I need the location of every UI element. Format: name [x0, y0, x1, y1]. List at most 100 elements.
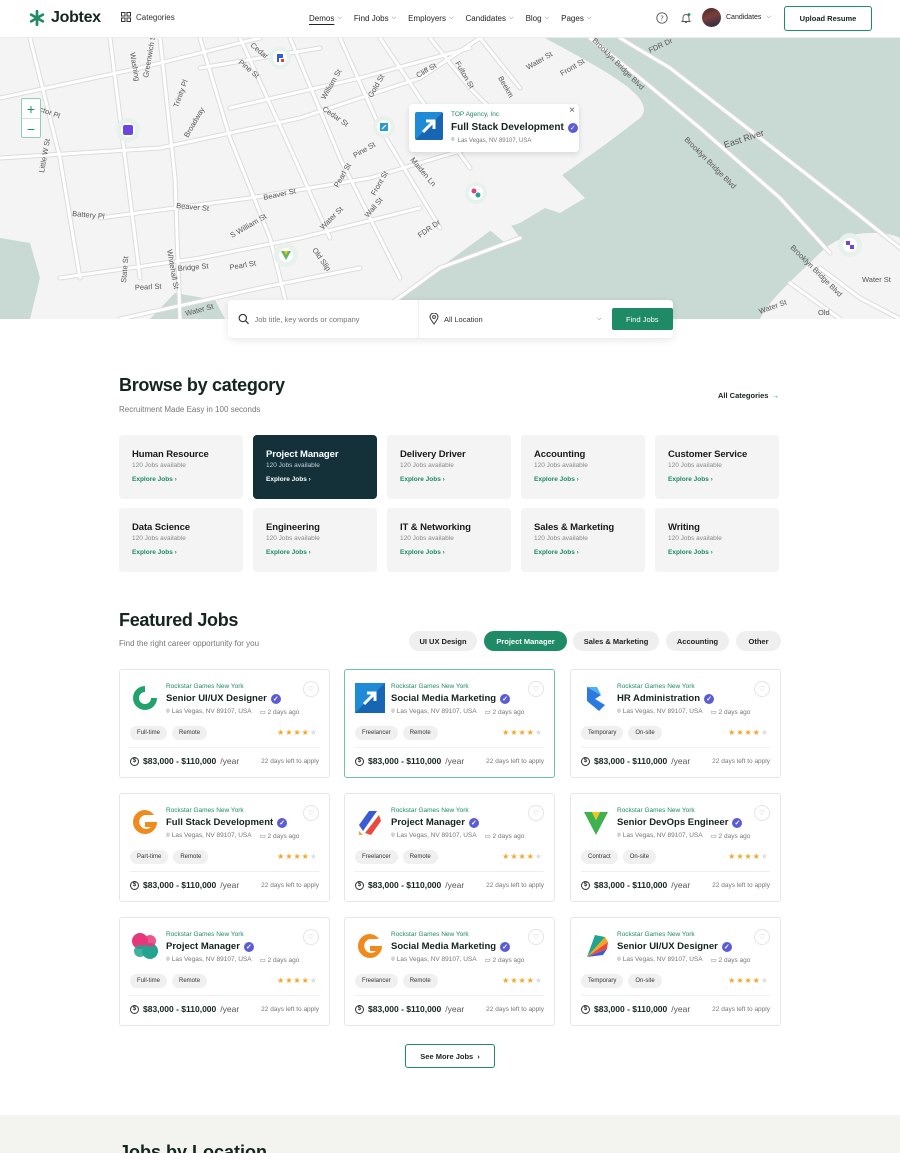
category-card[interactable]: Accounting 120 Jobs available Explore Jobs… [521, 435, 645, 499]
chevron-down-icon: ⌵ [391, 15, 397, 21]
location-select[interactable]: All Location ⌵ [429, 313, 602, 325]
nav-employers[interactable]: Employers ⌵ [408, 14, 453, 23]
stripes-logo-icon [355, 807, 385, 837]
location-meta: ⌾ Las Vegas, NV 89107, USA [391, 956, 477, 964]
heart-icon[interactable]: ♡ [528, 805, 544, 821]
nav-demos[interactable]: Demos ⌵ [309, 14, 342, 23]
job-location: Las Vegas, NV 89107, USA [396, 956, 477, 963]
chevron-down-icon: ⌵ [337, 15, 342, 21]
question-circle-icon[interactable]: ? [656, 11, 668, 24]
job-card[interactable]: Rockstar Games New York Senior UI/UX Desi… [570, 917, 781, 1026]
user-menu[interactable]: Candidates ⌵ [702, 8, 771, 27]
nav-blog[interactable]: Blog ⌵ [526, 14, 550, 23]
nav-find-jobs[interactable]: Find Jobs ⌵ [354, 14, 396, 23]
category-card[interactable]: Sales & Marketing 120 Jobs available Explo… [521, 508, 645, 572]
category-card[interactable]: Customer Service 120 Jobs available Explor… [655, 435, 779, 499]
job-title[interactable]: Senior DevOps Engineer [617, 817, 728, 828]
heart-icon[interactable]: ♡ [303, 681, 319, 697]
category-card[interactable]: IT & Networking 120 Jobs available Explore… [387, 508, 511, 572]
job-card[interactable]: Rockstar Games New York HR Administration… [570, 669, 781, 778]
heart-icon[interactable]: ♡ [528, 681, 544, 697]
job-title[interactable]: Social Media Marketing [391, 693, 496, 704]
street-label: Front St [559, 56, 587, 78]
rating-stars: ★★★★★ [728, 852, 769, 861]
heart-icon[interactable]: ♡ [303, 929, 319, 945]
category-card[interactable]: Delivery Driver 120 Jobs available Explore… [387, 435, 511, 499]
bell-icon[interactable] [680, 12, 692, 24]
categories-menu[interactable]: Categories [121, 12, 175, 22]
job-card[interactable]: Rockstar Games New York Project Manager ✓ ⌾… [119, 917, 330, 1026]
job-card[interactable]: Rockstar Games New York Senior DevOps Eng… [570, 793, 781, 902]
job-meta: ⌾ Las Vegas, NV 89107, USA ▭ 2 days ago [391, 708, 524, 716]
filter-tab[interactable]: Accounting [666, 631, 729, 651]
job-title[interactable]: HR Administration [617, 693, 700, 704]
featured-title: Featured Jobs [119, 610, 239, 630]
zoom-out-button[interactable]: − [22, 119, 40, 139]
heart-icon[interactable]: ♡ [754, 681, 770, 697]
upload-resume-button[interactable]: Upload Resume [784, 6, 872, 31]
brand-logo[interactable]: Jobtex [28, 9, 101, 27]
explore-jobs-link[interactable]: Explore Jobs › [132, 549, 230, 556]
browse-title: Browse by category [119, 375, 285, 395]
explore-jobs-link[interactable]: Explore Jobs › [266, 476, 364, 483]
job-title[interactable]: Project Manager [166, 941, 240, 952]
job-card[interactable]: Rockstar Games New York Full Stack Develo… [119, 793, 330, 902]
keyword-search-input[interactable] [254, 314, 408, 324]
dollar-icon: $ [130, 756, 139, 766]
explore-jobs-link[interactable]: Explore Jobs › [668, 476, 766, 483]
browse-subtitle: Recruitment Made Easy in 100 seconds [119, 405, 261, 414]
filter-tab[interactable]: UI UX Design [409, 631, 477, 651]
category-card[interactable]: Writing 120 Jobs available Explore Jobs › [655, 508, 779, 572]
location-meta: ⌾ Las Vegas, NV 89107, USA [166, 956, 252, 964]
explore-jobs-link[interactable]: Explore Jobs › [534, 549, 632, 556]
chevron-right-icon: › [477, 1051, 480, 1061]
verified-icon: ✓ [704, 693, 715, 704]
category-card[interactable]: Human Resource 120 Jobs available Explore … [119, 435, 243, 499]
close-icon[interactable]: × [569, 105, 575, 116]
category-card[interactable]: Engineering 120 Jobs available Explore Job… [253, 508, 377, 572]
heart-icon[interactable]: ♡ [754, 929, 770, 945]
jobs-map[interactable]: Washing Greenwich St Trinity Pl Broadway… [0, 38, 900, 319]
category-card-selected[interactable]: Project Manager 120 Jobs available Explore… [253, 435, 377, 499]
job-card[interactable]: Rockstar Games New York Social Media Mark… [344, 669, 555, 778]
job-tag: On-site [628, 726, 662, 740]
category-card[interactable]: Data Science 120 Jobs available Explore Jo… [119, 508, 243, 572]
job-title[interactable]: Project Manager [391, 817, 465, 828]
job-title[interactable]: Social Media Marketing [391, 941, 496, 952]
all-categories-link[interactable]: All Categories → [718, 391, 779, 400]
map-marker [465, 182, 487, 204]
category-title: Engineering [266, 522, 320, 533]
filter-tab[interactable]: Sales & Marketing [573, 631, 659, 651]
chevron-down-icon: ⌵ [509, 15, 514, 21]
explore-jobs-link[interactable]: Explore Jobs › [400, 476, 498, 483]
explore-jobs-link[interactable]: Explore Jobs › [132, 476, 230, 483]
filter-tab-active[interactable]: Project Manager [484, 631, 567, 651]
company-name: Rockstar Games New York [391, 931, 469, 938]
explore-jobs-link[interactable]: Explore Jobs › [266, 549, 364, 556]
job-card[interactable]: Rockstar Games New York Senior UI/UX Desi… [119, 669, 330, 778]
map-job-popup[interactable]: TOP Agency, Inc Full Stack Development ✓… [409, 104, 579, 152]
job-tags: Freelancer Remote [355, 974, 438, 988]
job-card[interactable]: Rockstar Games New York Project Manager ✓ ⌾… [344, 793, 555, 902]
rating-stars: ★★★★★ [728, 976, 769, 985]
category-count: 120 Jobs available [132, 535, 186, 542]
filter-tab[interactable]: Other [736, 631, 781, 651]
zoom-in-button[interactable]: + [22, 99, 40, 119]
job-title[interactable]: Senior UI/UX Designer [617, 941, 718, 952]
explore-jobs-link[interactable]: Explore Jobs › [534, 476, 632, 483]
see-more-jobs-button[interactable]: See More Jobs › [405, 1044, 495, 1068]
find-jobs-button[interactable]: Find Jobs [611, 308, 673, 330]
nav-pages[interactable]: Pages ⌵ [561, 14, 591, 23]
nav-candidates[interactable]: Candidates ⌵ [466, 14, 514, 23]
map-pin-icon: ⌾ [391, 956, 395, 963]
category-title: Project Manager [266, 449, 339, 460]
heart-icon[interactable]: ♡ [303, 805, 319, 821]
job-tag: Remote [173, 850, 209, 864]
job-card[interactable]: Rockstar Games New York Social Media Mark… [344, 917, 555, 1026]
job-title[interactable]: Senior UI/UX Designer [166, 693, 267, 704]
heart-icon[interactable]: ♡ [754, 805, 770, 821]
heart-icon[interactable]: ♡ [528, 929, 544, 945]
explore-jobs-link[interactable]: Explore Jobs › [668, 549, 766, 556]
explore-jobs-link[interactable]: Explore Jobs › [400, 549, 498, 556]
job-title[interactable]: Full Stack Development [166, 817, 273, 828]
